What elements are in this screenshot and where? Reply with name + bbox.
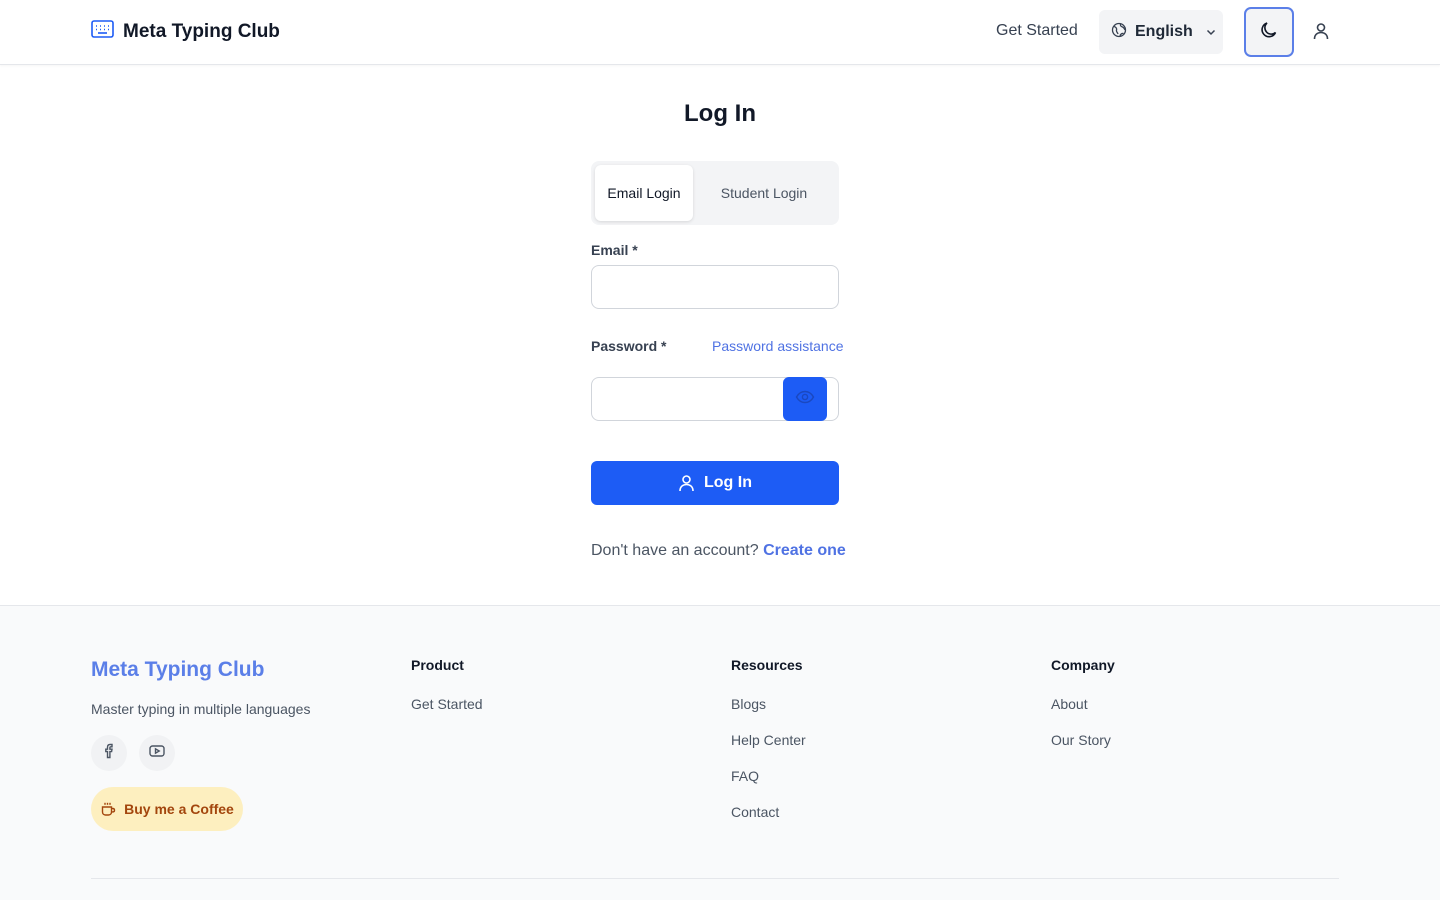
eye-icon bbox=[795, 390, 815, 409]
footer-tagline: Master typing in multiple languages bbox=[91, 701, 311, 717]
brand-name: Meta Typing Club bbox=[123, 20, 280, 42]
site-header: Meta Typing Club Get Started English bbox=[0, 0, 1440, 65]
site-footer: Meta Typing Club Master typing in multip… bbox=[0, 605, 1440, 900]
footer-col-resources-title: Resources bbox=[731, 657, 803, 673]
language-label: English bbox=[1135, 23, 1193, 40]
page-title: Log In bbox=[684, 100, 756, 127]
youtube-link[interactable] bbox=[139, 735, 175, 771]
footer-link-help-center[interactable]: Help Center bbox=[731, 732, 806, 748]
user-icon bbox=[1312, 22, 1330, 45]
facebook-icon bbox=[102, 743, 116, 764]
email-field[interactable] bbox=[591, 265, 839, 309]
buy-me-a-coffee-button[interactable]: Buy me a Coffee bbox=[91, 787, 243, 831]
globe-icon bbox=[1111, 22, 1127, 43]
footer-link-get-started[interactable]: Get Started bbox=[411, 696, 483, 712]
toggle-password-visibility-button[interactable] bbox=[783, 377, 827, 421]
log-in-button[interactable]: Log In bbox=[591, 461, 839, 505]
password-assistance-link[interactable]: Password assistance bbox=[712, 338, 844, 354]
log-in-button-label: Log In bbox=[704, 474, 752, 491]
user-icon bbox=[678, 474, 695, 492]
moon-icon bbox=[1259, 20, 1279, 45]
keyboard-icon bbox=[91, 20, 114, 43]
password-label: Password * bbox=[591, 338, 667, 354]
footer-col-company-title: Company bbox=[1051, 657, 1115, 673]
login-tabs: Email Login Student Login bbox=[591, 161, 839, 225]
tab-student-login[interactable]: Student Login bbox=[693, 165, 835, 221]
footer-link-blogs[interactable]: Blogs bbox=[731, 696, 766, 712]
signup-prompt: Don't have an account? Create one bbox=[591, 542, 846, 560]
coffee-icon bbox=[100, 801, 116, 817]
footer-link-contact[interactable]: Contact bbox=[731, 804, 779, 820]
email-label: Email * bbox=[591, 242, 638, 258]
footer-link-faq[interactable]: FAQ bbox=[731, 768, 759, 784]
chevron-down-icon bbox=[1205, 26, 1217, 38]
language-selector[interactable]: English bbox=[1099, 10, 1223, 54]
facebook-link[interactable] bbox=[91, 735, 127, 771]
tab-email-login[interactable]: Email Login bbox=[595, 165, 693, 221]
create-account-link[interactable]: Create one bbox=[763, 542, 846, 559]
coffee-button-label: Buy me a Coffee bbox=[124, 801, 234, 817]
youtube-icon bbox=[149, 744, 165, 762]
nav-get-started-link[interactable]: Get Started bbox=[996, 22, 1078, 40]
theme-toggle-button[interactable] bbox=[1244, 7, 1294, 57]
footer-divider bbox=[91, 878, 1339, 879]
footer-col-product-title: Product bbox=[411, 657, 464, 673]
user-account-button[interactable] bbox=[1308, 20, 1334, 46]
signup-prompt-text: Don't have an account? bbox=[591, 542, 759, 559]
footer-brand: Meta Typing Club bbox=[91, 658, 265, 681]
brand-logo-link[interactable]: Meta Typing Club bbox=[91, 20, 280, 43]
footer-link-our-story[interactable]: Our Story bbox=[1051, 732, 1111, 748]
footer-link-about[interactable]: About bbox=[1051, 696, 1088, 712]
